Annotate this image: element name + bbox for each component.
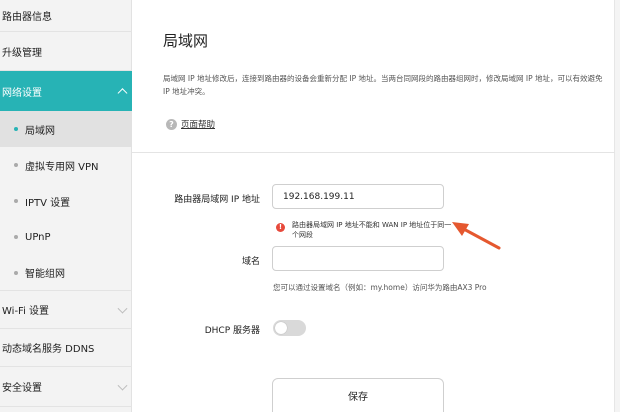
- annotation-arrow-icon: [452, 222, 501, 250]
